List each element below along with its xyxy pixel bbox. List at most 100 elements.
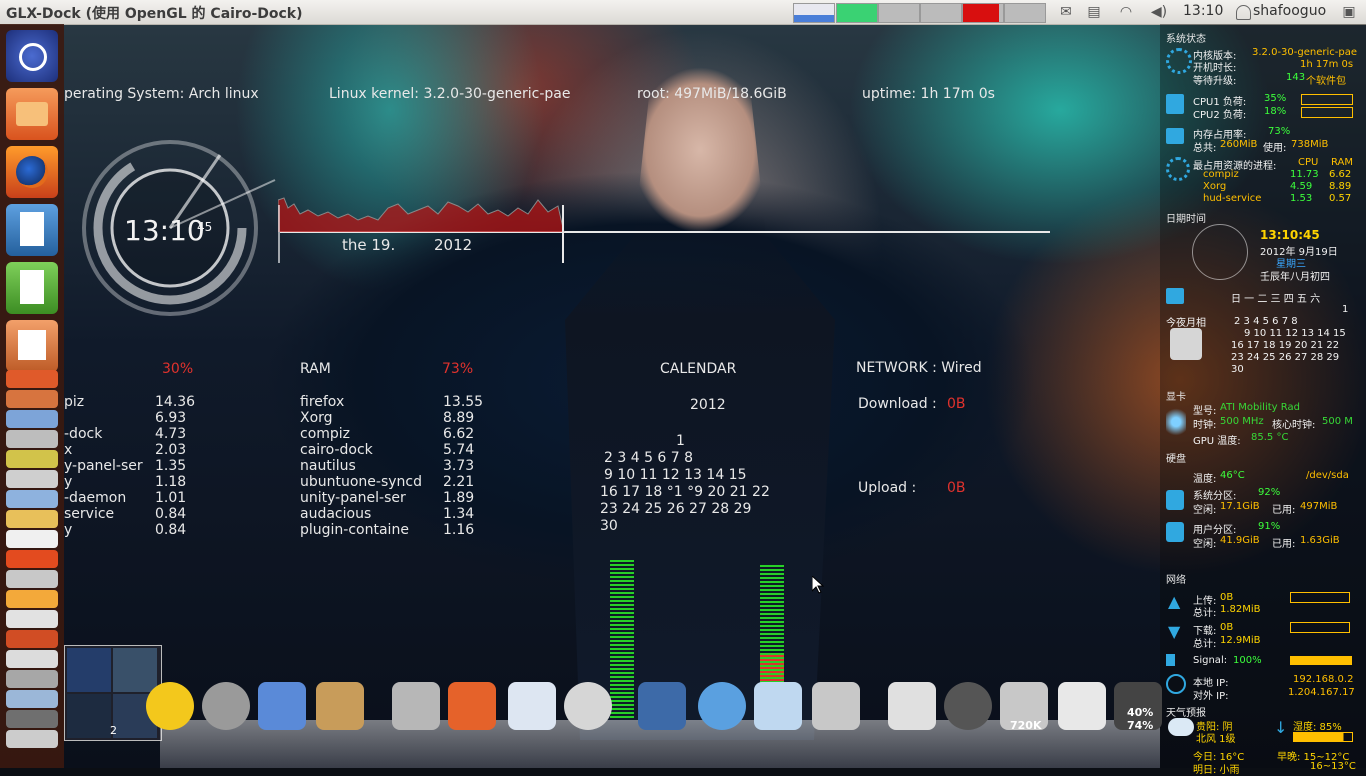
- cpu-process-name: y: [64, 474, 73, 490]
- swap-monitor[interactable]: [920, 3, 962, 23]
- down-total: 12.9MiB: [1220, 635, 1261, 646]
- upgrade-value: 143: [1286, 72, 1306, 83]
- ram-process-value: 1.34: [443, 506, 475, 522]
- humidity-bar: [1293, 732, 1353, 742]
- settings-icon: [1166, 48, 1192, 74]
- launcher-item[interactable]: [6, 530, 58, 548]
- workspace-3[interactable]: [67, 694, 111, 738]
- chat-icon[interactable]: [754, 682, 802, 730]
- workspace-2[interactable]: [113, 648, 157, 692]
- launcher-item[interactable]: [6, 430, 58, 448]
- launcher-item[interactable]: [6, 370, 58, 388]
- user-icon[interactable]: [1236, 5, 1251, 20]
- writer-doc-icon[interactable]: [508, 682, 556, 730]
- files-launcher[interactable]: [6, 88, 58, 140]
- firefox-launcher[interactable]: [6, 146, 58, 198]
- gpu-model: ATI Mobility Rad: [1220, 402, 1300, 413]
- user-used: 1.63GiB: [1300, 535, 1340, 546]
- ram-label: RAM: [300, 361, 331, 377]
- disc-burner-icon[interactable]: [564, 682, 612, 730]
- sys-used: 497MiB: [1300, 501, 1338, 512]
- local-ip: 192.168.0.2: [1293, 674, 1354, 685]
- network-monitor[interactable]: [878, 3, 920, 23]
- launcher-item[interactable]: [6, 710, 58, 728]
- gimp-icon[interactable]: [392, 682, 440, 730]
- gpu-clock: 500 MHz: [1220, 416, 1264, 427]
- tomorrow-weather: 明日: 小雨: [1193, 765, 1240, 776]
- ram-process-value: 1.89: [443, 490, 475, 506]
- folder-icon: [16, 102, 48, 126]
- launcher-item[interactable]: [6, 450, 58, 468]
- upgrade-unit: 个软件包: [1306, 76, 1346, 87]
- finder-icon[interactable]: [258, 682, 306, 730]
- globe-icon: [1166, 674, 1186, 694]
- switch-icon[interactable]: [1058, 682, 1106, 730]
- launcher-item[interactable]: [6, 670, 58, 688]
- user-name[interactable]: shafooguo: [1253, 3, 1326, 19]
- disk-temp-label: 温度:: [1193, 474, 1217, 485]
- load-monitor[interactable]: [962, 3, 1004, 23]
- workspace-switcher[interactable]: 2: [64, 645, 162, 741]
- calendar-row: 1: [676, 433, 685, 449]
- signal-label: Signal:: [1193, 655, 1228, 666]
- package-icon[interactable]: [316, 682, 364, 730]
- launcher-item[interactable]: [6, 570, 58, 588]
- cpu-process-name: -daemon: [64, 490, 127, 506]
- memory-monitor[interactable]: [836, 3, 878, 23]
- workspace-1[interactable]: [67, 648, 111, 692]
- launcher-item[interactable]: [6, 630, 58, 648]
- calc-launcher[interactable]: [6, 262, 58, 314]
- wifi-icon[interactable]: ◠: [1117, 3, 1135, 21]
- at-sign-icon[interactable]: [888, 682, 936, 730]
- clipboard-icon[interactable]: ▤: [1085, 3, 1103, 21]
- sys-part-value: 92%: [1258, 487, 1281, 498]
- mem-value: 73%: [1268, 126, 1291, 137]
- sys-title: 系统状态: [1166, 34, 1206, 45]
- writer-launcher[interactable]: [6, 204, 58, 256]
- safari-icon[interactable]: [698, 682, 746, 730]
- cpu-monitor[interactable]: [793, 3, 835, 23]
- home-icon[interactable]: [448, 682, 496, 730]
- conky-date-prefix: the 19.: [342, 236, 396, 254]
- launcher-item[interactable]: [6, 730, 58, 748]
- mail-icon[interactable]: ✉: [1057, 3, 1075, 21]
- launcher-item[interactable]: [6, 410, 58, 428]
- launcher-item[interactable]: [6, 490, 58, 508]
- window-title: GLX-Dock (使用 OpenGL 的 Cairo-Dock): [6, 6, 303, 22]
- launcher-item[interactable]: [6, 590, 58, 608]
- power-icon[interactable]: ▣: [1340, 3, 1358, 21]
- ram-process-name: audacious: [300, 506, 372, 522]
- ram-process-name: unity-panel-ser: [300, 490, 406, 506]
- document-icon: [20, 212, 44, 246]
- launcher-item[interactable]: [6, 470, 58, 488]
- time-machine-icon[interactable]: [202, 682, 250, 730]
- clock-icon[interactable]: [944, 682, 992, 730]
- launcher-item[interactable]: [6, 510, 58, 528]
- top-process-cpu: 1.53: [1290, 193, 1313, 204]
- volume-icon[interactable]: ◀): [1150, 3, 1168, 21]
- cloud-icon: [1168, 718, 1194, 736]
- launcher-item[interactable]: [6, 390, 58, 408]
- calculator-icon[interactable]: [812, 682, 860, 730]
- up-value: 0B: [1220, 592, 1234, 603]
- star-icon[interactable]: [146, 682, 194, 730]
- presentation-icon: [18, 330, 46, 360]
- top-process-ram: 0.57: [1329, 193, 1352, 204]
- kernel-value: 3.2.0-30-generic-pae: [1252, 47, 1357, 58]
- dash-home-button[interactable]: [6, 30, 58, 82]
- launcher-item[interactable]: [6, 610, 58, 628]
- user-free: 41.9GiB: [1220, 535, 1260, 546]
- conky-date-year: 2012: [434, 236, 473, 254]
- panel-clock[interactable]: 13:10: [1183, 3, 1223, 19]
- gpu-icon: [1166, 402, 1186, 442]
- cpu-icon: [1166, 94, 1184, 114]
- launcher-item[interactable]: [6, 690, 58, 708]
- launcher-item[interactable]: [6, 550, 58, 568]
- calendar-year: 2012: [690, 397, 726, 413]
- launcher-item[interactable]: [6, 650, 58, 668]
- wind: 北风 1级: [1196, 734, 1236, 745]
- stamp-mail-icon[interactable]: [638, 682, 686, 730]
- calendar-row: 16 17 18 °1 °9 20 21 22: [600, 484, 770, 500]
- disk-monitor[interactable]: [1004, 3, 1046, 23]
- impress-launcher[interactable]: [6, 320, 58, 372]
